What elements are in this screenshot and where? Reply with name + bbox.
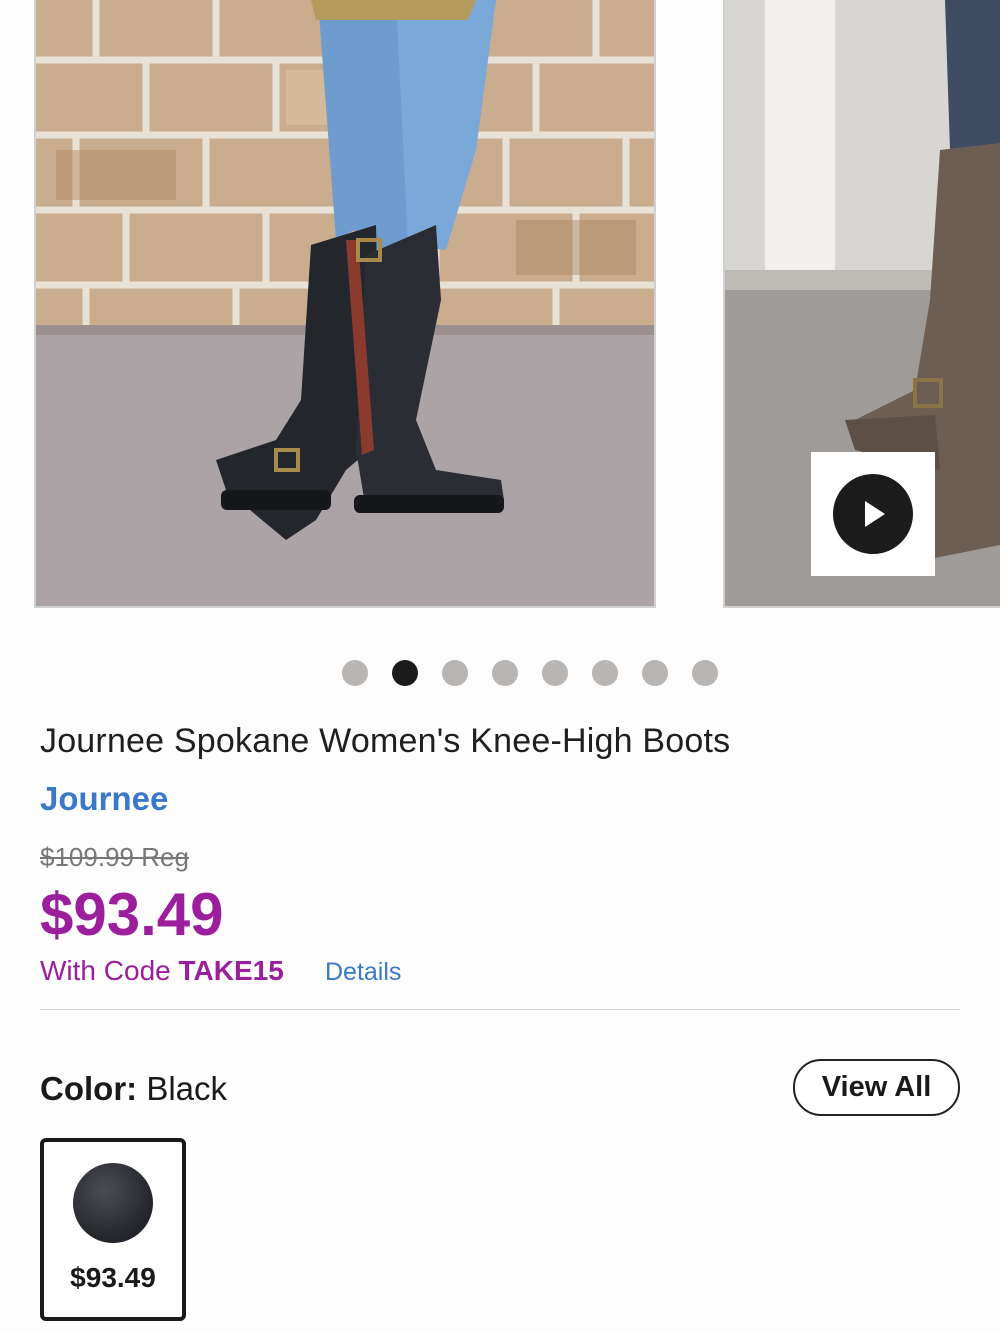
swatch-color-circle [73,1163,153,1243]
brand-link[interactable]: Journee [40,780,168,818]
play-icon [833,474,913,554]
carousel-dot-5[interactable] [542,660,568,686]
carousel-dot-4[interactable] [492,660,518,686]
carousel-dot-8[interactable] [692,660,718,686]
carousel-dot-1[interactable] [342,660,368,686]
divider [40,1009,960,1010]
carousel-dot-7[interactable] [642,660,668,686]
promo-code-prefix: With Code [40,955,179,986]
color-value: Black [137,1070,228,1107]
swatch-price: $93.49 [70,1262,156,1293]
color-selection-label: Color: Black [40,1070,227,1108]
image-gallery[interactable] [0,0,1000,610]
carousel-dot-3[interactable] [442,660,468,686]
regular-price: $109.99 Reg [40,842,189,872]
carousel-dot-6[interactable] [592,660,618,686]
details-link[interactable]: Details [325,958,401,987]
product-title: Journee Spokane Women's Knee-High Boots [40,722,731,760]
carousel-dots [0,660,1000,686]
promo-code: TAKE15 [178,955,284,986]
carousel-dot-2[interactable] [392,660,418,686]
color-label: Color: [40,1070,138,1107]
sale-price: $93.49 [40,881,224,948]
product-image-1[interactable] [34,0,656,608]
promo-code-line: With Code TAKE15 [40,955,284,987]
color-swatch-black[interactable]: $93.49 [40,1138,186,1321]
play-video-button[interactable] [811,452,935,576]
view-all-button[interactable]: View All [793,1059,960,1116]
